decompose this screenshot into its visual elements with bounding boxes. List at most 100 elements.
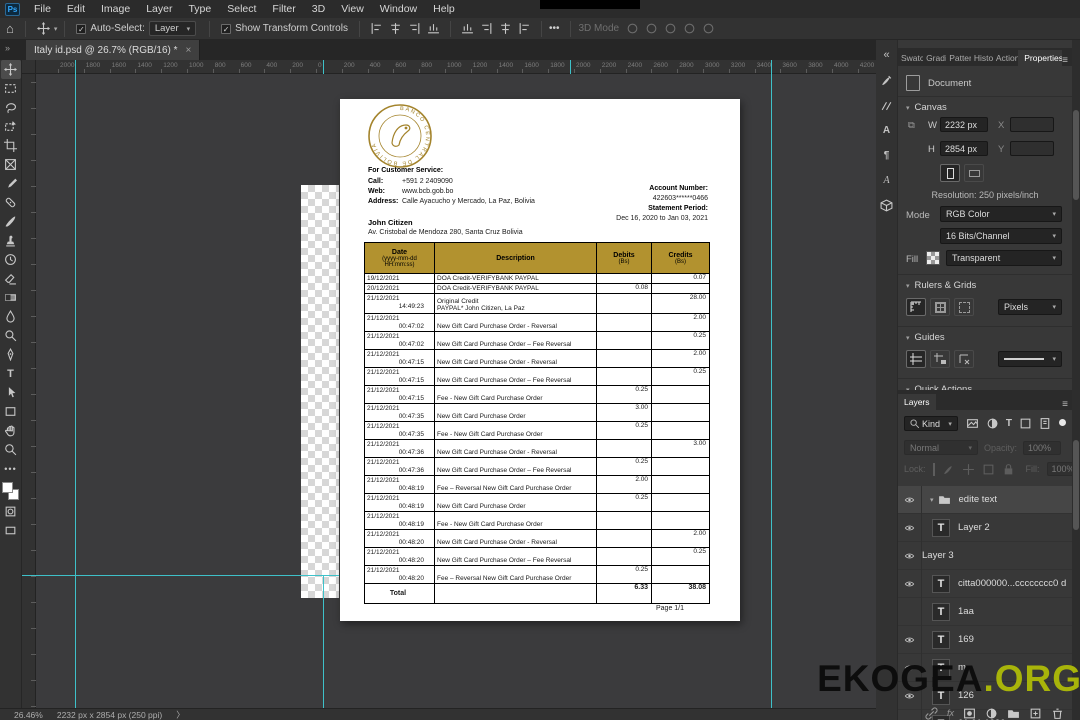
type-tool[interactable]: T xyxy=(1,364,21,383)
layer-row[interactable]: ▾ edite text xyxy=(898,485,1072,514)
guide-vertical-mid[interactable] xyxy=(323,575,324,708)
horizontal-ruler[interactable]: 2000 1800 1600 1400 1200 1000 800 600 400 200 0 200… xyxy=(36,60,876,74)
distribute-right-icon[interactable] xyxy=(499,22,512,35)
lasso-tool[interactable] xyxy=(1,98,21,117)
filter-adjustment-layers-icon[interactable] xyxy=(986,417,999,430)
lock-artboard-icon[interactable] xyxy=(982,463,995,476)
fill-dropdown[interactable]: Transparent ▾ xyxy=(946,250,1062,266)
tab-gradi[interactable]: Gradi xyxy=(923,50,946,66)
filter-shape-layers-icon[interactable] xyxy=(1019,417,1032,430)
move-tool-option-icon[interactable] xyxy=(36,22,50,35)
distribute-left-icon[interactable] xyxy=(461,22,474,35)
path-selection-tool[interactable] xyxy=(1,383,21,402)
glyphs-panel-icon[interactable]: A xyxy=(877,169,897,191)
document-tab[interactable]: Italy id.psd @ 26.7% (RGB/16) * × xyxy=(26,40,201,60)
ruler-origin-corner[interactable] xyxy=(22,60,36,74)
auto-select-checkbox[interactable]: ✓ xyxy=(76,23,87,34)
tab-histo[interactable]: Histo xyxy=(971,50,993,66)
brushes-icon[interactable] xyxy=(877,94,897,116)
properties-scroll-handle[interactable] xyxy=(1073,110,1079,200)
clone-stamp-tool[interactable] xyxy=(1,231,21,250)
object-selection-tool[interactable] xyxy=(1,117,21,136)
menu-help[interactable]: Help xyxy=(425,1,463,17)
new-layer-icon[interactable] xyxy=(1029,707,1042,720)
move-tool[interactable] xyxy=(0,60,21,79)
filter-toggle-icon[interactable] xyxy=(1059,418,1066,429)
lock-all-icon[interactable] xyxy=(1002,463,1015,476)
layer-visibility-toggle[interactable] xyxy=(898,625,922,654)
adjustment-layer-icon[interactable] xyxy=(985,707,998,720)
layers-scroll-handle[interactable] xyxy=(1073,440,1079,530)
link-layers-icon[interactable] xyxy=(925,706,938,720)
orientation-portrait-button[interactable] xyxy=(940,164,960,182)
layer-visibility-toggle[interactable] xyxy=(898,597,922,626)
tab-properties[interactable]: Properties xyxy=(1018,50,1063,66)
distribute-center-icon[interactable] xyxy=(480,22,493,35)
menu-select[interactable]: Select xyxy=(219,1,264,17)
toggle-grid-button[interactable] xyxy=(930,298,950,316)
layer-row[interactable]: Tcitta000000...cccccccc0 d xyxy=(898,569,1072,598)
align-center-h-icon[interactable] xyxy=(389,22,402,35)
menu-image[interactable]: Image xyxy=(93,1,138,17)
dodge-tool[interactable] xyxy=(1,326,21,345)
tab-swatc[interactable]: Swatc xyxy=(898,50,923,66)
bit-depth-dropdown[interactable]: 16 Bits/Channel ▾ xyxy=(940,228,1062,244)
panel-scrollbar[interactable] xyxy=(1072,40,1080,720)
zoom-tool[interactable] xyxy=(1,440,21,459)
tab-layers[interactable]: Layers xyxy=(898,394,936,410)
eyedropper-tool[interactable] xyxy=(1,174,21,193)
menu-window[interactable]: Window xyxy=(372,1,425,17)
foreground-color-swatch[interactable] xyxy=(1,482,13,493)
libraries-panel-icon[interactable] xyxy=(877,194,897,216)
toggle-rulers-button[interactable] xyxy=(906,298,926,316)
eraser-tool[interactable] xyxy=(1,269,21,288)
guide-vertical-mid-ruler-tick[interactable] xyxy=(323,60,324,74)
fill-swatch[interactable] xyxy=(926,251,940,265)
tab-close-icon[interactable]: × xyxy=(186,45,192,56)
layer-visibility-toggle[interactable] xyxy=(898,485,922,514)
canvas-section-header[interactable]: ▾ Canvas xyxy=(898,102,1072,113)
vertical-ruler[interactable] xyxy=(22,74,36,708)
menu-type[interactable]: Type xyxy=(180,1,219,17)
new-group-icon[interactable] xyxy=(1007,707,1020,720)
guides-section-header[interactable]: ▾ Guides xyxy=(898,332,1072,343)
frame-tool[interactable] xyxy=(1,155,21,174)
menu-filter[interactable]: Filter xyxy=(264,1,303,17)
align-right-icon[interactable] xyxy=(408,22,421,35)
menu-3d[interactable]: 3D xyxy=(304,1,333,17)
layer-effects-icon[interactable]: fx xyxy=(947,708,954,718)
toggle-snap-button[interactable] xyxy=(954,298,974,316)
home-icon[interactable]: ⌂ xyxy=(6,21,14,36)
layer-visibility-toggle[interactable] xyxy=(898,541,922,570)
clear-guides-button[interactable] xyxy=(954,350,974,368)
hand-tool[interactable] xyxy=(1,421,21,440)
align-top-icon[interactable] xyxy=(427,22,440,35)
blur-tool[interactable] xyxy=(1,307,21,326)
statement-document[interactable]: BANCO CENTRAL DE BOLIVIA For Customer Se… xyxy=(340,99,740,621)
align-left-icon[interactable] xyxy=(370,22,383,35)
canvas-height-field[interactable]: 2854 px xyxy=(940,141,988,156)
history-brush-tool[interactable] xyxy=(1,250,21,269)
lock-transparency-icon[interactable] xyxy=(932,462,935,476)
layer-visibility-toggle[interactable] xyxy=(898,513,922,542)
color-swatches[interactable] xyxy=(1,482,20,502)
layer-row[interactable]: T 169 xyxy=(898,625,1072,654)
guide-vertical-right[interactable] xyxy=(771,60,772,708)
guide-vertical-left[interactable] xyxy=(75,60,76,708)
quick-mask-icon[interactable] xyxy=(1,502,21,521)
edit-toolbar[interactable]: ••• xyxy=(1,459,21,478)
status-chevron-icon[interactable]: 〉 xyxy=(176,709,185,720)
filter-smart-objects-icon[interactable] xyxy=(1039,417,1052,430)
toolbar-expand-icon[interactable]: » xyxy=(5,43,10,53)
layer-row[interactable]: Layer 3 xyxy=(898,541,1072,570)
lock-guides-button[interactable] xyxy=(930,350,950,368)
menu-file[interactable]: File xyxy=(26,1,59,17)
menu-edit[interactable]: Edit xyxy=(59,1,93,17)
ruler-units-dropdown[interactable]: Pixels ▾ xyxy=(998,299,1062,315)
paragraph-panel-icon[interactable]: ¶ xyxy=(877,144,897,166)
tab-action[interactable]: Action xyxy=(993,50,1018,66)
canvas-area[interactable]: 2000 1800 1600 1400 1200 1000 800 600 400 200 0 200… xyxy=(22,60,876,708)
orientation-landscape-button[interactable] xyxy=(964,164,984,182)
crop-tool[interactable] xyxy=(1,136,21,155)
link-dimensions-icon[interactable]: ⧉ xyxy=(908,120,920,131)
